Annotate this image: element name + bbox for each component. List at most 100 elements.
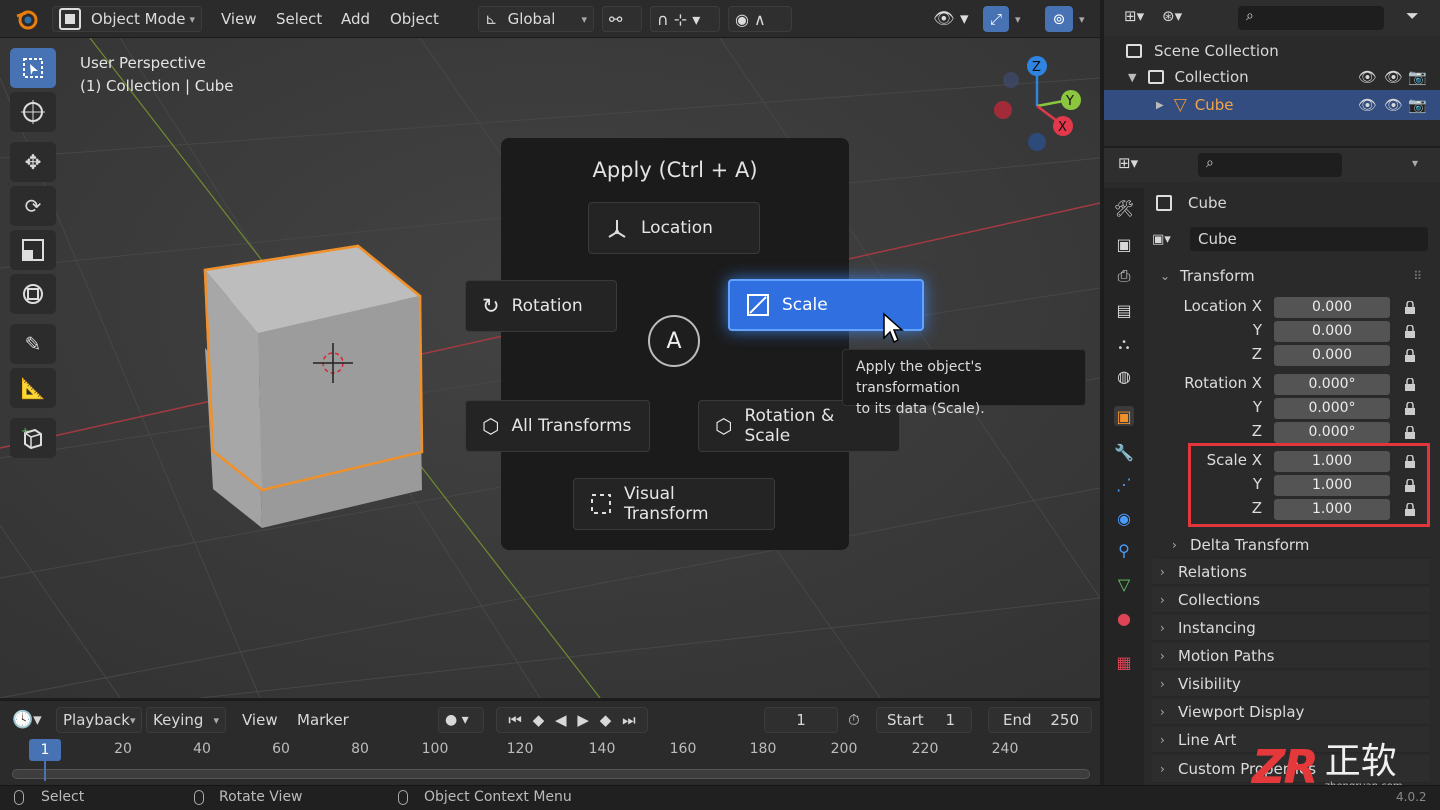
menu-select[interactable]: Select [276, 6, 322, 32]
outliner-cube[interactable]: ▶ ▽ Cube 👁 👁 📷 [1104, 90, 1440, 120]
next-keyframe-icon[interactable]: ◆ [600, 711, 612, 729]
current-frame-field[interactable]: 1 [764, 707, 838, 733]
material-tab-icon[interactable]: ● [1114, 608, 1134, 628]
data-tab-icon[interactable]: ▽ [1114, 574, 1134, 594]
lock-icon[interactable] [1404, 426, 1416, 440]
relations-section[interactable]: › Relations [1152, 559, 1430, 585]
stopwatch-icon[interactable]: ⏱ [848, 707, 860, 733]
visibility-section[interactable]: › Visibility [1152, 671, 1430, 697]
physics-tab-icon[interactable]: ◉ [1114, 508, 1134, 528]
texture-tab-icon[interactable]: ▦ [1114, 652, 1134, 672]
gizmo-toggle-icon[interactable]: ⤢ [983, 6, 1009, 32]
object-type-dropdown-icon[interactable]: ▣▾ [1152, 232, 1190, 247]
particles-tab-icon[interactable]: ⋰ [1114, 474, 1134, 494]
lock-icon[interactable] [1404, 325, 1416, 339]
proportional-editing-icon[interactable]: ◉ ∧ [728, 6, 792, 32]
delta-transform-section[interactable]: › Delta Transform [1164, 532, 1430, 558]
record-icon[interactable]: ● ▾ [438, 707, 484, 733]
menu-view[interactable]: View [221, 6, 257, 32]
properties-search-input[interactable]: ⌕ [1198, 153, 1342, 177]
object-name-input[interactable]: Cube [1190, 227, 1428, 251]
lock-icon[interactable] [1404, 301, 1416, 315]
keying-menu[interactable]: Keying ▾ [146, 707, 226, 733]
play-icon[interactable]: ▶ [577, 711, 589, 729]
outliner-search-input[interactable]: ⌕ [1238, 6, 1384, 30]
start-frame-field[interactable]: Start 1 [876, 707, 972, 733]
output-tab-icon[interactable]: ⎙ [1114, 266, 1134, 286]
menu-object[interactable]: Object [390, 6, 439, 32]
tool-tab-icon[interactable]: 🛠 [1114, 198, 1134, 218]
viewport-display-section[interactable]: › Viewport Display [1152, 699, 1430, 725]
apply-all-transforms-button[interactable]: ⬡ All Transforms [465, 400, 650, 452]
playback-menu[interactable]: Playback ▾ [56, 707, 142, 733]
collections-section[interactable]: › Collections [1152, 587, 1430, 613]
lock-icon[interactable] [1404, 378, 1416, 392]
snap-magnet-icon[interactable]: ∩ ⊹ ▾ [650, 6, 720, 32]
lock-icon[interactable] [1404, 402, 1416, 416]
expand-arrow-icon[interactable]: ▶ [1156, 100, 1164, 111]
overlays-icon[interactable]: ⊚ [1045, 6, 1073, 32]
object-tab-icon[interactable]: ▣ [1114, 406, 1134, 426]
mode-selector[interactable]: Object Mode ▾ [52, 6, 202, 32]
measure-icon[interactable]: 📐 [10, 368, 56, 408]
rotation-z-field[interactable]: 0.000° [1274, 422, 1390, 443]
chevron-down-icon[interactable]: ▾ [1412, 156, 1418, 170]
navigation-gizmo[interactable]: Z Y X [985, 50, 1085, 160]
timeline-scrollbar[interactable] [12, 769, 1090, 779]
object-name-field[interactable]: ▣▾ Cube [1152, 227, 1428, 251]
motion-paths-section[interactable]: › Motion Paths [1152, 643, 1430, 669]
camera-render-icon[interactable]: 📷 [1408, 68, 1427, 86]
drag-handle-icon[interactable]: ⠿ [1413, 269, 1422, 283]
rotation-x-field[interactable]: 0.000° [1274, 374, 1390, 395]
viewport-eye-icon[interactable]: 👁 [1384, 68, 1403, 86]
menu-add[interactable]: Add [341, 6, 370, 32]
chevron-down-icon[interactable]: ▾ [1015, 6, 1021, 32]
editor-type-icon[interactable]: ⊞▾ [1118, 154, 1138, 172]
outliner-scene-collection[interactable]: Scene Collection [1104, 37, 1440, 65]
play-reverse-icon[interactable]: ◀ [555, 711, 567, 729]
visibility-eye-icon[interactable]: 👁 [1358, 96, 1377, 114]
move-icon[interactable]: ✥ [10, 142, 56, 182]
rotation-y-field[interactable]: 0.000° [1274, 398, 1390, 419]
annotate-icon[interactable]: ✎ [10, 324, 56, 364]
jump-end-icon[interactable]: ⏭ [622, 711, 636, 729]
chevron-down-icon[interactable]: ▾ [1079, 6, 1085, 32]
view-layer-tab-icon[interactable]: ▤ [1114, 300, 1134, 320]
editor-type-icon[interactable]: ⊞▾ [1124, 7, 1144, 25]
filter-funnel-icon[interactable]: ⏷ [1406, 6, 1419, 26]
transform-icon[interactable] [10, 274, 56, 314]
apply-location-button[interactable]: Location [588, 202, 760, 254]
playhead-frame[interactable]: 1 [29, 739, 61, 761]
display-filter-icon[interactable]: ⊛▾ [1162, 7, 1182, 25]
frame-ruler[interactable]: 1 20 40 60 80 100 120 140 160 180 200 22… [0, 739, 1100, 761]
apply-visual-transform-button[interactable]: Visual Transform [573, 478, 775, 530]
visibility-eye-icon[interactable]: 👁 ▾ [933, 6, 973, 32]
marker-menu[interactable]: Marker [297, 707, 349, 733]
transform-orientation-dropdown[interactable]: ⊾ Global ▾ [478, 6, 594, 32]
location-y-field[interactable]: 0.000 [1274, 321, 1390, 342]
world-tab-icon[interactable]: ◍ [1114, 366, 1134, 386]
viewport-eye-icon[interactable]: 👁 [1384, 96, 1403, 114]
constraints-tab-icon[interactable]: ⚲ [1114, 540, 1134, 560]
prev-keyframe-icon[interactable]: ◆ [533, 711, 545, 729]
scale-icon[interactable] [10, 230, 56, 270]
outliner-collection[interactable]: ▼ Collection 👁 👁 📷 [1104, 63, 1440, 91]
timeline-view-menu[interactable]: View [242, 707, 278, 733]
location-x-field[interactable]: 0.000 [1274, 297, 1390, 318]
expand-arrow-icon[interactable]: ▼ [1128, 71, 1136, 84]
apply-rotation-button[interactable]: ↻ Rotation [465, 280, 617, 332]
scene-tab-icon[interactable]: ⛬ [1114, 334, 1134, 354]
cursor-icon[interactable] [10, 92, 56, 132]
modifier-wrench-icon[interactable]: 🔧 [1114, 442, 1134, 462]
visibility-eye-icon[interactable]: 👁 [1358, 68, 1377, 86]
add-cube-icon[interactable]: + [10, 418, 56, 458]
lock-icon[interactable] [1404, 349, 1416, 363]
select-box-icon[interactable] [10, 48, 56, 88]
end-frame-field[interactable]: End 250 [988, 707, 1092, 733]
location-z-field[interactable]: 0.000 [1274, 345, 1390, 366]
editor-type-clock-icon[interactable]: 🕓▾ [12, 707, 42, 733]
camera-render-icon[interactable]: 📷 [1408, 96, 1427, 114]
transform-panel-header[interactable]: ⌄ Transform ⠿ [1152, 263, 1430, 289]
pivot-point-icon[interactable]: ⚯ [602, 6, 642, 32]
jump-start-icon[interactable]: ⏮ [508, 711, 522, 729]
